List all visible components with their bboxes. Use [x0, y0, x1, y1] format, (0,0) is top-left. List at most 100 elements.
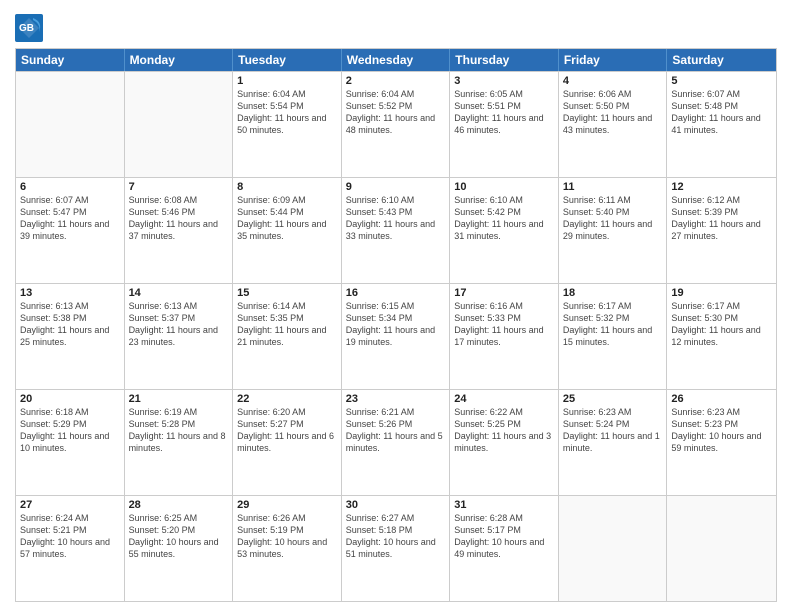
weekday-header-monday: Monday	[125, 49, 234, 71]
day-number: 10	[454, 181, 554, 193]
day-info: Sunrise: 6:21 AM Sunset: 5:26 PM Dayligh…	[346, 406, 446, 455]
day-number: 17	[454, 287, 554, 299]
day-info: Sunrise: 6:10 AM Sunset: 5:42 PM Dayligh…	[454, 194, 554, 243]
day-info: Sunrise: 6:23 AM Sunset: 5:24 PM Dayligh…	[563, 406, 663, 455]
day-number: 20	[20, 393, 120, 405]
calendar-cell-day-20: 20Sunrise: 6:18 AM Sunset: 5:29 PM Dayli…	[16, 390, 125, 495]
calendar-cell-day-9: 9Sunrise: 6:10 AM Sunset: 5:43 PM Daylig…	[342, 178, 451, 283]
calendar-cell-day-4: 4Sunrise: 6:06 AM Sunset: 5:50 PM Daylig…	[559, 72, 668, 177]
weekday-header-friday: Friday	[559, 49, 668, 71]
calendar-cell-day-11: 11Sunrise: 6:11 AM Sunset: 5:40 PM Dayli…	[559, 178, 668, 283]
calendar-cell-day-23: 23Sunrise: 6:21 AM Sunset: 5:26 PM Dayli…	[342, 390, 451, 495]
day-number: 24	[454, 393, 554, 405]
calendar-cell-day-1: 1Sunrise: 6:04 AM Sunset: 5:54 PM Daylig…	[233, 72, 342, 177]
calendar-cell-day-19: 19Sunrise: 6:17 AM Sunset: 5:30 PM Dayli…	[667, 284, 776, 389]
day-number: 8	[237, 181, 337, 193]
weekday-header-sunday: Sunday	[16, 49, 125, 71]
logo-icon: GB	[15, 14, 43, 42]
calendar-cell-day-31: 31Sunrise: 6:28 AM Sunset: 5:17 PM Dayli…	[450, 496, 559, 601]
calendar-cell-day-25: 25Sunrise: 6:23 AM Sunset: 5:24 PM Dayli…	[559, 390, 668, 495]
day-info: Sunrise: 6:26 AM Sunset: 5:19 PM Dayligh…	[237, 512, 337, 561]
day-info: Sunrise: 6:12 AM Sunset: 5:39 PM Dayligh…	[671, 194, 772, 243]
day-number: 28	[129, 499, 229, 511]
day-info: Sunrise: 6:17 AM Sunset: 5:30 PM Dayligh…	[671, 300, 772, 349]
day-number: 12	[671, 181, 772, 193]
calendar-cell-day-18: 18Sunrise: 6:17 AM Sunset: 5:32 PM Dayli…	[559, 284, 668, 389]
calendar-cell-day-17: 17Sunrise: 6:16 AM Sunset: 5:33 PM Dayli…	[450, 284, 559, 389]
day-info: Sunrise: 6:04 AM Sunset: 5:54 PM Dayligh…	[237, 88, 337, 137]
day-info: Sunrise: 6:24 AM Sunset: 5:21 PM Dayligh…	[20, 512, 120, 561]
calendar-cell-day-14: 14Sunrise: 6:13 AM Sunset: 5:37 PM Dayli…	[125, 284, 234, 389]
day-number: 23	[346, 393, 446, 405]
day-number: 7	[129, 181, 229, 193]
day-info: Sunrise: 6:11 AM Sunset: 5:40 PM Dayligh…	[563, 194, 663, 243]
day-number: 11	[563, 181, 663, 193]
calendar-cell-day-5: 5Sunrise: 6:07 AM Sunset: 5:48 PM Daylig…	[667, 72, 776, 177]
day-number: 18	[563, 287, 663, 299]
calendar-cell-day-15: 15Sunrise: 6:14 AM Sunset: 5:35 PM Dayli…	[233, 284, 342, 389]
calendar-cell-empty	[125, 72, 234, 177]
day-info: Sunrise: 6:06 AM Sunset: 5:50 PM Dayligh…	[563, 88, 663, 137]
page: GB SundayMondayTuesdayWednesdayThursdayF…	[0, 0, 792, 612]
day-number: 21	[129, 393, 229, 405]
day-number: 2	[346, 75, 446, 87]
calendar-cell-day-13: 13Sunrise: 6:13 AM Sunset: 5:38 PM Dayli…	[16, 284, 125, 389]
day-info: Sunrise: 6:18 AM Sunset: 5:29 PM Dayligh…	[20, 406, 120, 455]
day-number: 4	[563, 75, 663, 87]
day-info: Sunrise: 6:07 AM Sunset: 5:47 PM Dayligh…	[20, 194, 120, 243]
day-info: Sunrise: 6:20 AM Sunset: 5:27 PM Dayligh…	[237, 406, 337, 455]
day-info: Sunrise: 6:17 AM Sunset: 5:32 PM Dayligh…	[563, 300, 663, 349]
day-number: 27	[20, 499, 120, 511]
calendar-cell-day-10: 10Sunrise: 6:10 AM Sunset: 5:42 PM Dayli…	[450, 178, 559, 283]
calendar-cell-day-26: 26Sunrise: 6:23 AM Sunset: 5:23 PM Dayli…	[667, 390, 776, 495]
calendar-cell-day-21: 21Sunrise: 6:19 AM Sunset: 5:28 PM Dayli…	[125, 390, 234, 495]
calendar-cell-day-24: 24Sunrise: 6:22 AM Sunset: 5:25 PM Dayli…	[450, 390, 559, 495]
day-info: Sunrise: 6:22 AM Sunset: 5:25 PM Dayligh…	[454, 406, 554, 455]
day-info: Sunrise: 6:28 AM Sunset: 5:17 PM Dayligh…	[454, 512, 554, 561]
calendar-row-1: 1Sunrise: 6:04 AM Sunset: 5:54 PM Daylig…	[16, 71, 776, 177]
weekday-header-thursday: Thursday	[450, 49, 559, 71]
calendar-cell-day-28: 28Sunrise: 6:25 AM Sunset: 5:20 PM Dayli…	[125, 496, 234, 601]
day-info: Sunrise: 6:19 AM Sunset: 5:28 PM Dayligh…	[129, 406, 229, 455]
calendar-cell-empty	[667, 496, 776, 601]
day-number: 19	[671, 287, 772, 299]
day-info: Sunrise: 6:25 AM Sunset: 5:20 PM Dayligh…	[129, 512, 229, 561]
day-number: 14	[129, 287, 229, 299]
day-info: Sunrise: 6:10 AM Sunset: 5:43 PM Dayligh…	[346, 194, 446, 243]
calendar-row-3: 13Sunrise: 6:13 AM Sunset: 5:38 PM Dayli…	[16, 283, 776, 389]
weekday-header-saturday: Saturday	[667, 49, 776, 71]
day-info: Sunrise: 6:07 AM Sunset: 5:48 PM Dayligh…	[671, 88, 772, 137]
calendar-cell-day-27: 27Sunrise: 6:24 AM Sunset: 5:21 PM Dayli…	[16, 496, 125, 601]
calendar-cell-day-2: 2Sunrise: 6:04 AM Sunset: 5:52 PM Daylig…	[342, 72, 451, 177]
calendar-cell-empty	[559, 496, 668, 601]
calendar: SundayMondayTuesdayWednesdayThursdayFrid…	[15, 48, 777, 602]
calendar-cell-day-7: 7Sunrise: 6:08 AM Sunset: 5:46 PM Daylig…	[125, 178, 234, 283]
calendar-cell-day-22: 22Sunrise: 6:20 AM Sunset: 5:27 PM Dayli…	[233, 390, 342, 495]
weekday-header-wednesday: Wednesday	[342, 49, 451, 71]
calendar-cell-empty	[16, 72, 125, 177]
calendar-cell-day-29: 29Sunrise: 6:26 AM Sunset: 5:19 PM Dayli…	[233, 496, 342, 601]
day-number: 13	[20, 287, 120, 299]
header: GB	[15, 10, 777, 42]
day-number: 29	[237, 499, 337, 511]
day-number: 31	[454, 499, 554, 511]
calendar-header: SundayMondayTuesdayWednesdayThursdayFrid…	[16, 49, 776, 71]
day-number: 22	[237, 393, 337, 405]
day-number: 25	[563, 393, 663, 405]
calendar-cell-day-8: 8Sunrise: 6:09 AM Sunset: 5:44 PM Daylig…	[233, 178, 342, 283]
day-info: Sunrise: 6:04 AM Sunset: 5:52 PM Dayligh…	[346, 88, 446, 137]
day-number: 1	[237, 75, 337, 87]
day-number: 26	[671, 393, 772, 405]
calendar-cell-day-3: 3Sunrise: 6:05 AM Sunset: 5:51 PM Daylig…	[450, 72, 559, 177]
calendar-row-2: 6Sunrise: 6:07 AM Sunset: 5:47 PM Daylig…	[16, 177, 776, 283]
day-info: Sunrise: 6:23 AM Sunset: 5:23 PM Dayligh…	[671, 406, 772, 455]
calendar-row-5: 27Sunrise: 6:24 AM Sunset: 5:21 PM Dayli…	[16, 495, 776, 601]
day-number: 5	[671, 75, 772, 87]
day-number: 6	[20, 181, 120, 193]
day-info: Sunrise: 6:08 AM Sunset: 5:46 PM Dayligh…	[129, 194, 229, 243]
day-number: 9	[346, 181, 446, 193]
calendar-cell-day-16: 16Sunrise: 6:15 AM Sunset: 5:34 PM Dayli…	[342, 284, 451, 389]
day-info: Sunrise: 6:05 AM Sunset: 5:51 PM Dayligh…	[454, 88, 554, 137]
logo: GB	[15, 14, 46, 42]
calendar-cell-day-12: 12Sunrise: 6:12 AM Sunset: 5:39 PM Dayli…	[667, 178, 776, 283]
